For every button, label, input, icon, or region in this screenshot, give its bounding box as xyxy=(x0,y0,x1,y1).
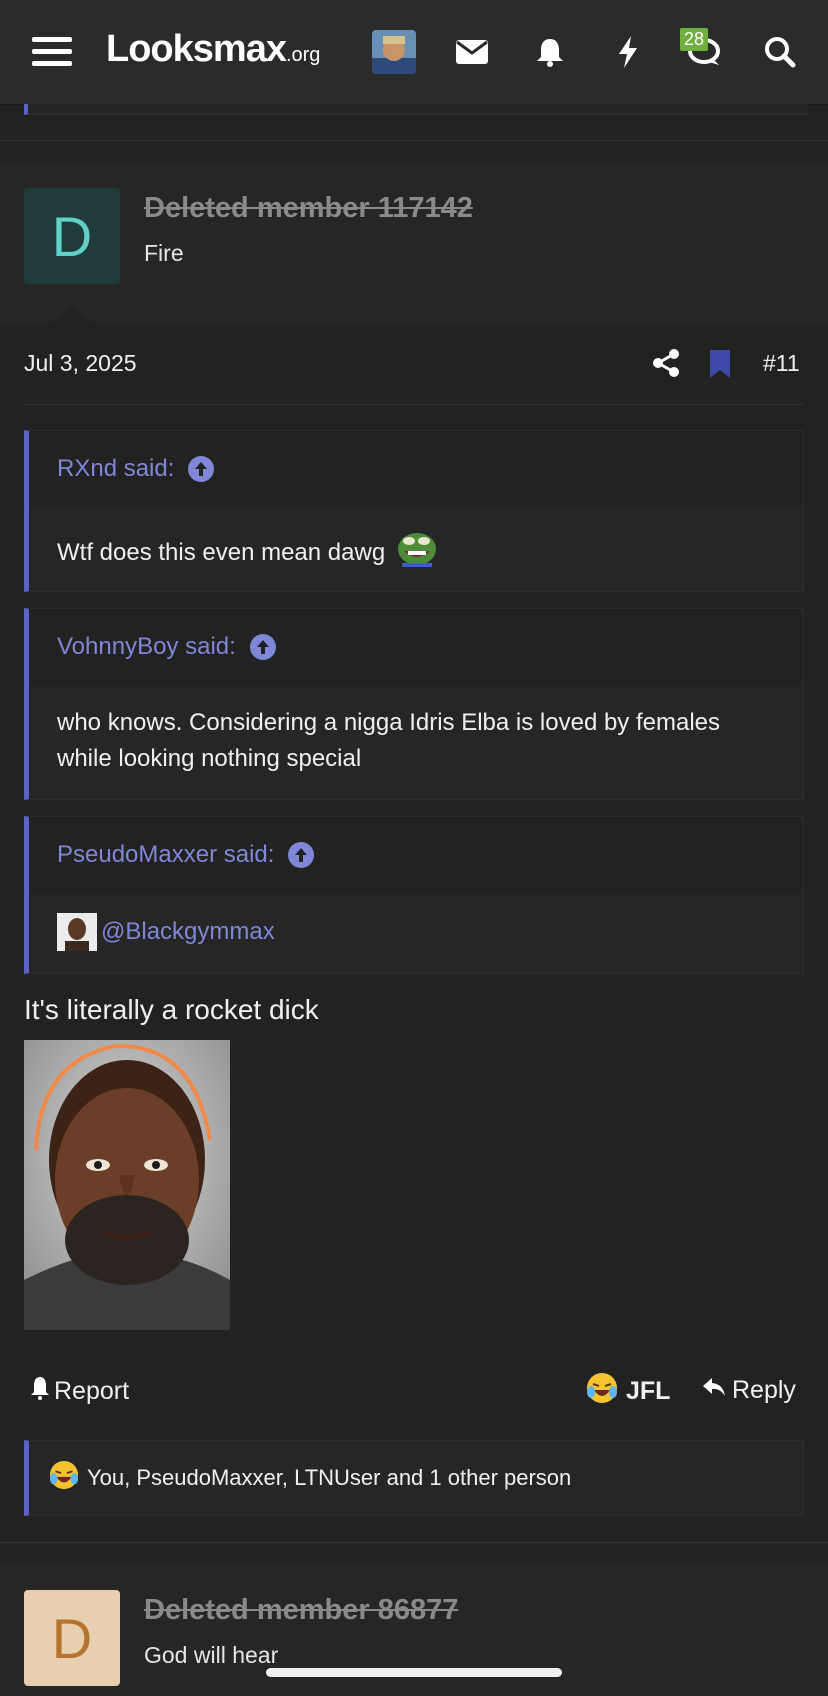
bell-icon[interactable] xyxy=(526,28,574,76)
quote-text: who knows. Considering a nigga Idris Elb… xyxy=(57,709,721,772)
go-to-quote-icon[interactable] xyxy=(288,842,315,868)
avatar[interactable]: D xyxy=(24,1590,120,1686)
search-icon[interactable] xyxy=(756,28,804,76)
quote-header[interactable]: RXnd said: xyxy=(29,431,803,507)
bolt-icon[interactable] xyxy=(604,28,652,76)
divider xyxy=(0,140,828,141)
share-icon[interactable] xyxy=(652,348,680,383)
reaction-button[interactable]: JFL xyxy=(586,1372,670,1411)
quote-header[interactable]: VohnnyBoy said: xyxy=(29,609,803,685)
header-pointer xyxy=(52,304,92,324)
quote-author[interactable]: VohnnyBoy said: xyxy=(57,633,236,661)
quote-block: PseudoMaxxer said: @Blackgymmax xyxy=(24,816,804,974)
quote-author[interactable]: RXnd said: xyxy=(57,455,174,483)
reply-arrow-icon xyxy=(702,1376,726,1405)
quote-text: Wtf does this even mean dawg xyxy=(57,538,386,566)
reactions-summary[interactable]: You, PseudoMaxxer, LTNUser and 1 other p… xyxy=(24,1440,804,1516)
divider xyxy=(0,1542,828,1543)
site-logo[interactable]: Looksmax.org xyxy=(106,28,320,71)
reply-button[interactable]: Reply xyxy=(702,1376,796,1405)
crying-laughing-emoji-icon xyxy=(49,1460,79,1496)
mention-avatar[interactable] xyxy=(57,913,97,951)
go-to-quote-icon[interactable] xyxy=(249,634,276,660)
bell-icon xyxy=(30,1376,50,1407)
user-title: God will hear xyxy=(144,1642,279,1668)
crying-laughing-emoji-icon xyxy=(586,1372,618,1411)
quote-block: VohnnyBoy said: who knows. Considering a… xyxy=(24,608,804,800)
quote-author[interactable]: PseudoMaxxer said: xyxy=(57,841,274,869)
avatar[interactable]: D xyxy=(24,188,120,284)
reactions-text: You, PseudoMaxxer, LTNUser and 1 other p… xyxy=(87,1465,572,1490)
hamburger-icon[interactable] xyxy=(28,28,76,76)
user-avatar[interactable] xyxy=(372,30,416,74)
quote-body: Wtf does this even mean dawg xyxy=(29,507,803,594)
post-actions: Report JFL Reply xyxy=(0,1370,828,1414)
notification-badge: 28 xyxy=(680,28,709,51)
quote-block: RXnd said: Wtf does this even mean dawg xyxy=(24,430,804,592)
reaction-label: JFL xyxy=(626,1377,671,1405)
previous-post-tail xyxy=(24,104,808,115)
divider xyxy=(24,404,804,405)
home-indicator[interactable] xyxy=(266,1668,562,1677)
envelope-icon[interactable] xyxy=(448,28,496,76)
post-body-text: It's literally a rocket dick xyxy=(24,994,319,1025)
logo-text: Looksmax xyxy=(106,28,287,70)
quote-header[interactable]: PseudoMaxxer said: xyxy=(29,817,803,893)
post-number[interactable]: #11 xyxy=(763,350,800,377)
logo-suffix: .org xyxy=(285,44,321,66)
user-mention-link[interactable]: @Blackgymmax xyxy=(101,914,275,950)
quote-body: @Blackgymmax xyxy=(29,893,803,967)
username[interactable]: Deleted member 117142 xyxy=(144,192,473,225)
pepe-laugh-emoji-icon xyxy=(396,529,438,578)
bookmark-icon[interactable] xyxy=(710,350,730,383)
username[interactable]: Deleted member 86877 xyxy=(144,1594,458,1627)
post-image[interactable] xyxy=(24,1040,230,1330)
go-to-quote-icon[interactable] xyxy=(188,456,215,482)
top-nav-bar: Looksmax.org 28 xyxy=(0,0,828,105)
report-label: Report xyxy=(54,1377,130,1405)
post-date[interactable]: Jul 3, 2025 xyxy=(24,350,137,377)
user-title: Fire xyxy=(144,240,184,266)
report-button[interactable]: Report xyxy=(30,1376,129,1407)
reply-label: Reply xyxy=(732,1376,796,1404)
post-user-header: D Deleted member 117142 Fire xyxy=(0,162,828,324)
